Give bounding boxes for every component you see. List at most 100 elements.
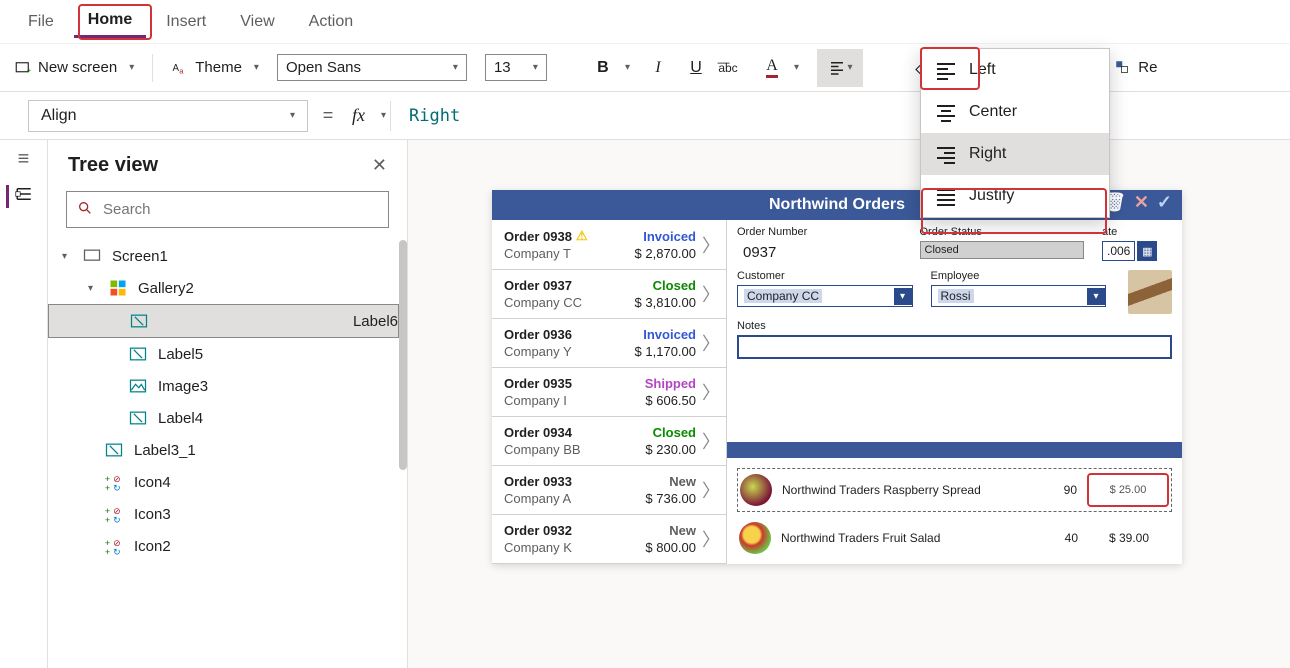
chevron-down-icon: ▾ [533,62,538,73]
tree-node-screen1[interactable]: ▾ Screen1 [48,240,399,272]
tree-search[interactable] [66,191,389,228]
menu-insert[interactable]: Insert [152,7,220,37]
italic-button[interactable]: I [648,58,668,78]
chevron-right-icon[interactable]: 〉 [702,281,720,307]
tree-node-label5[interactable]: Label5 [48,338,399,370]
notes-input[interactable] [737,335,1172,359]
chevron-right-icon[interactable]: 〉 [702,232,720,258]
order-id: Order 0936 [504,327,572,342]
align-left-icon [937,63,955,77]
chevron-right-icon[interactable]: 〉 [702,330,720,356]
equals-sign: = [308,105,348,126]
order-date-value[interactable]: .006 [1102,241,1135,261]
order-line-item[interactable]: Northwind Traders Fruit Salad 40 $ 39.00 [737,518,1172,558]
svg-text:+: + [105,547,110,556]
text-align-button[interactable]: ▾ [817,49,863,87]
italic-icon: I [648,58,668,78]
company-name: Company T [504,246,588,261]
chevron-right-icon[interactable]: 〉 [702,526,720,552]
property-select[interactable]: Align ▾ [28,100,308,132]
label-icon [128,408,148,428]
product-price: $ 25.00 [1089,475,1167,505]
align-center-option[interactable]: Center [921,91,1109,133]
collapse-icon[interactable]: ▾ [88,283,98,294]
tree-node-label: Icon3 [134,506,171,523]
tree-node-gallery2[interactable]: ▾ Gallery2 [48,272,399,304]
svg-text:a: a [179,66,184,75]
font-size-select[interactable]: 13 ▾ [485,54,547,81]
tree-view-rail-icon[interactable] [6,185,33,208]
align-right-option[interactable]: Right [921,133,1109,175]
chevron-right-icon[interactable]: 〉 [702,477,720,503]
selected-price-label[interactable]: $ 25.00 [1087,473,1169,507]
cancel-icon[interactable]: ✕ [1134,192,1149,218]
tree-node-label: Gallery2 [138,280,194,297]
new-screen-button[interactable]: + New screen ▾ [14,59,134,77]
order-status: Closed [653,278,696,293]
chevron-down-icon: ▾ [129,62,134,73]
close-icon[interactable]: ✕ [372,155,387,176]
check-icon[interactable]: ✓ [1157,192,1172,218]
order-line-item[interactable]: Northwind Traders Raspberry Spread 90 $ … [737,468,1172,512]
gallery-row[interactable]: Order 0938 ⚠Company TInvoiced$ 2,870.00〉 [492,220,726,270]
font-select[interactable]: Open Sans ▾ [277,54,467,81]
gallery-row[interactable]: Order 0934Company BBClosed$ 230.00〉 [492,417,726,466]
employee-value: Rossi [938,289,974,303]
font-color-icon: A [762,58,782,78]
menu-view[interactable]: View [226,7,288,37]
calendar-icon[interactable]: ▦ [1137,241,1157,261]
bold-button[interactable]: B▾ [593,58,630,78]
order-id: Order 0935 [504,376,572,391]
tree-node-label3-1[interactable]: Label3_1 [48,434,399,466]
product-price: $ 39.00 [1088,531,1170,545]
company-name: Company CC [504,295,582,310]
customer-select[interactable]: Company CC▾ [737,285,913,307]
order-amount: $ 800.00 [645,540,696,555]
tree-node-icon4[interactable]: +⊘+↻ Icon4 [48,466,399,498]
chevron-right-icon[interactable]: 〉 [702,379,720,405]
align-justify-option[interactable]: Justify [921,175,1109,217]
menu-home[interactable]: Home [74,5,146,38]
collapse-icon[interactable]: ▾ [62,251,72,262]
gallery-row[interactable]: Order 0933Company ANew$ 736.00〉 [492,466,726,515]
order-detail: Order Number 0937 Order Status Closed at… [727,220,1182,564]
company-name: Company I [504,393,572,408]
formula-input[interactable]: Right [395,106,460,126]
reorder-button[interactable]: Re [1114,59,1157,77]
svg-text:+: + [105,483,110,492]
gallery-row[interactable]: Order 0932Company KNew$ 800.00〉 [492,515,726,564]
tree-node-image3[interactable]: Image3 [48,370,399,402]
fx-icon: fx [348,105,369,126]
align-left-option[interactable]: Left [921,49,1109,91]
tree-node-icon2[interactable]: +⊘+↻ Icon2 [48,530,399,562]
order-amount: $ 606.50 [645,393,696,408]
scrollbar-thumb[interactable] [399,240,407,470]
hamburger-icon[interactable]: ≡ [18,148,30,171]
group-icon: +⊘+↻ [104,536,124,556]
tree-node-label6[interactable]: Label6 [48,304,399,338]
order-status: New [669,474,696,489]
order-status-label: Order Status [920,226,1085,238]
theme-button[interactable]: Aa Theme ▾ [171,59,259,77]
tree-node-label: Icon4 [134,474,171,491]
employee-select[interactable]: Rossi▾ [931,285,1107,307]
gallery-row[interactable]: Order 0936Company YInvoiced$ 1,170.00〉 [492,319,726,368]
gallery-icon [108,278,128,298]
tree-node-label4[interactable]: Label4 [48,402,399,434]
strikethrough-button[interactable]: abc— [724,58,744,78]
menu-action[interactable]: Action [295,7,367,37]
font-color-button[interactable]: A▾ [762,58,799,78]
property-value: Align [41,107,77,125]
left-rail: ≡ [0,140,48,668]
search-input[interactable] [103,201,378,218]
menu-file[interactable]: File [14,7,68,37]
menu-bar: File Home Insert View Action [0,0,1290,44]
chevron-right-icon[interactable]: 〉 [702,428,720,454]
fx-button[interactable]: fx▾ [348,105,386,126]
orders-gallery[interactable]: Order 0938 ⚠Company TInvoiced$ 2,870.00〉… [492,220,727,564]
gallery-row[interactable]: Order 0937Company CCClosed$ 3,810.00〉 [492,270,726,319]
reorder-icon [1114,59,1132,77]
tree-node-icon3[interactable]: +⊘+↻ Icon3 [48,498,399,530]
gallery-row[interactable]: Order 0935Company IShipped$ 606.50〉 [492,368,726,417]
underline-button[interactable]: U [686,58,706,78]
